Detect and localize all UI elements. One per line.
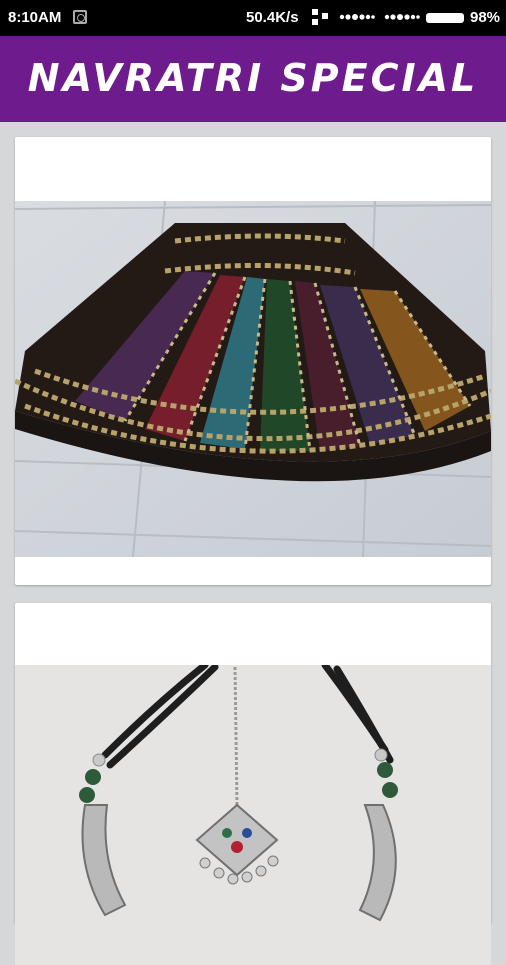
product-image-necklace[interactable] [15,665,491,965]
signal-icon [384,14,420,20]
app-bar: NAVRATRI SPECIAL [0,36,506,122]
signal-icon [339,14,375,20]
network-speed: 50.4K/s [246,9,299,26]
battery-icon [426,13,464,23]
data-transfer-icon [312,9,328,25]
status-bar: 8:10AM 50.4K/s 98% [0,0,506,36]
notification-icon [73,10,87,24]
product-image-skirt[interactable] [15,201,491,557]
app-title: NAVRATRI SPECIAL [27,56,479,100]
product-card[interactable] [15,603,491,965]
product-card[interactable] [15,137,491,585]
battery-level: 98% [470,9,501,26]
status-time: 8:10AM [8,9,62,26]
